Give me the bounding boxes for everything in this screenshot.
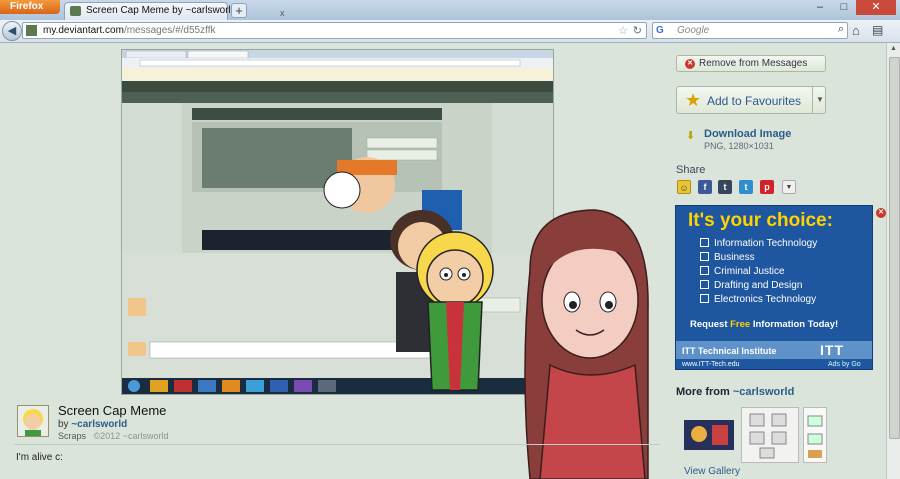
ad-close-icon[interactable]: ✕	[876, 208, 886, 218]
share-tumblr-icon[interactable]: t	[718, 180, 732, 194]
ad-list-item: Drafting and Design	[700, 279, 817, 293]
deviation-category-line: Scraps ©2012 ~carlsworld	[58, 431, 168, 441]
ad-list-item: Criminal Justice	[700, 265, 817, 279]
firefox-menu-button[interactable]: Firefox	[0, 0, 60, 14]
download-arrow-icon[interactable]: ⬇	[686, 129, 695, 142]
tab-title: Screen Cap Meme by ~carlsworld	[86, 5, 237, 16]
navigation-toolbar: ◀ my.deviantart.com/messages/#/d55zffk ☆…	[0, 20, 900, 43]
gallery-thumbnail-art	[684, 420, 734, 450]
category-link[interactable]: Scraps	[58, 431, 86, 441]
close-window-button[interactable]: ✕	[856, 0, 896, 15]
copyright: ©2012 ~carlsworld	[93, 431, 169, 441]
remove-x-icon: ✕	[685, 59, 695, 69]
ad-request-text: Request Free Information Today!	[690, 319, 839, 330]
divider	[14, 444, 660, 445]
more-from-heading: More from ~carlsworld	[676, 386, 795, 398]
page-scrollbar[interactable]: ▲	[886, 43, 900, 479]
scrollbar-thumb[interactable]	[889, 57, 900, 439]
deviation-author-line: by ~carlsworld	[58, 419, 128, 430]
window-controls: – □ ✕	[808, 0, 896, 16]
gallery-thumbnail-art	[749, 413, 787, 459]
share-pinterest-icon[interactable]: p	[760, 180, 774, 194]
share-twitter-icon[interactable]: t	[739, 180, 753, 194]
search-input[interactable]: Google	[677, 25, 709, 36]
gallery-thumbnail[interactable]	[803, 407, 827, 463]
scroll-up-arrow-icon[interactable]: ▲	[890, 45, 897, 52]
maximize-button[interactable]: □	[832, 0, 856, 15]
deviation-description: I'm alive c:	[16, 452, 63, 463]
ad-list-item: Electronics Technology	[700, 293, 817, 307]
ad-institute-name: ITT Technical Institute	[682, 346, 777, 356]
site-identity-icon	[26, 25, 37, 36]
tab-bar: Firefox Screen Cap Meme by ~carlsworld x…	[0, 0, 900, 20]
minimize-button[interactable]: –	[808, 0, 832, 15]
itt-logo: ITT	[820, 342, 844, 358]
avatar[interactable]	[17, 405, 49, 437]
search-icon[interactable]: ⌕	[838, 23, 844, 36]
ads-by-google-link[interactable]: Ads by Go	[828, 361, 861, 368]
ad-list-item: Business	[700, 251, 817, 265]
share-facebook-icon[interactable]: f	[698, 180, 712, 194]
gallery-thumbnail[interactable]	[741, 407, 799, 463]
search-bar[interactable]: G Google ⌕	[652, 22, 848, 39]
author-link[interactable]: ~carlsworld	[71, 419, 127, 430]
tab-close-icon[interactable]: x	[280, 8, 285, 18]
overlay-characters-artwork	[416, 209, 649, 479]
favourite-label: Add to Favourites	[707, 94, 802, 108]
star-icon: ★	[685, 90, 702, 110]
bookmarks-menu-icon[interactable]: ▤	[872, 23, 883, 37]
ad-headline: It's your choice:	[688, 210, 833, 231]
url-bar[interactable]: my.deviantart.com/messages/#/d55zffk ☆ ↻	[22, 22, 647, 39]
deviantart-favicon-icon	[70, 6, 81, 16]
deviation-title: Screen Cap Meme	[58, 403, 167, 418]
download-image-link[interactable]: Download Image	[704, 128, 791, 140]
remove-from-messages-button[interactable]: ✕ Remove from Messages	[676, 55, 826, 72]
more-from-author-link[interactable]: ~carlsworld	[733, 386, 794, 398]
reload-icon[interactable]: ↻	[633, 24, 642, 37]
home-icon[interactable]: ⌂	[852, 23, 860, 38]
favourite-dropdown-icon[interactable]: ▼	[812, 87, 827, 113]
back-button[interactable]: ◀	[2, 21, 22, 41]
browser-tab[interactable]: Screen Cap Meme by ~carlsworld x	[64, 2, 285, 20]
ad-list-item: Information Technology	[700, 237, 817, 251]
share-more-dropdown-icon[interactable]: ▼	[782, 180, 796, 194]
view-gallery-link[interactable]: View Gallery	[684, 466, 740, 477]
download-info: PNG, 1280×1031	[704, 141, 774, 151]
url-text[interactable]: my.deviantart.com/messages/#/d55zffk	[43, 25, 216, 36]
remove-label: Remove from Messages	[699, 58, 808, 69]
avatar-art	[18, 406, 48, 436]
share-heading: Share	[676, 164, 706, 176]
bookmark-star-icon[interactable]: ☆	[618, 24, 628, 37]
ad-program-list: Information Technology Business Criminal…	[700, 237, 817, 307]
gallery-thumbnail-art	[807, 415, 823, 458]
google-engine-icon[interactable]: G	[656, 25, 664, 36]
advertisement[interactable]: It's your choice: Information Technology…	[675, 205, 873, 370]
gallery-thumbnail[interactable]	[684, 420, 734, 450]
add-to-favourites-button[interactable]: ★ Add to Favourites ▼	[676, 86, 826, 114]
ad-url[interactable]: www.ITT-Tech.edu	[682, 361, 740, 368]
new-tab-button[interactable]: +	[231, 3, 247, 18]
share-deviantart-icon[interactable]: ☺	[677, 180, 691, 194]
